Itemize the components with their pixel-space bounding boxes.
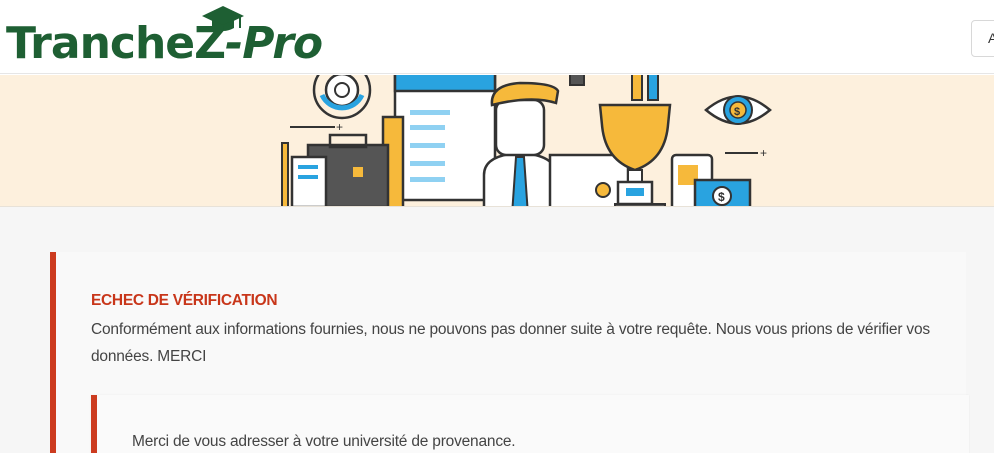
svg-text:+: +	[336, 120, 343, 134]
main-content: ECHEC DE VÉRIFICATION Conformément aux i…	[0, 207, 994, 453]
quote-text: Merci de vous adresser à votre universit…	[132, 433, 516, 450]
logo-suffix: -Pro	[225, 18, 323, 69]
alert-title: ECHEC DE VÉRIFICATION	[91, 292, 278, 309]
businessman-icon	[482, 81, 560, 206]
logo-main: TrancheZ	[6, 18, 226, 69]
alert-message: Conformément aux informations fournies, …	[91, 321, 930, 365]
logo-text: TrancheZ-Pro	[6, 18, 323, 69]
svg-text:$: $	[718, 190, 725, 204]
browser-window-icon	[393, 75, 497, 202]
gear-icon	[312, 75, 372, 120]
eye-dollar-icon: $	[704, 95, 772, 125]
header-menu-button[interactable]: A	[971, 20, 994, 57]
dollar-bill-icon: $	[693, 178, 752, 206]
office-career-illustration: + $ $ +	[281, 75, 772, 206]
hero-banner: + $ $ +	[0, 75, 994, 207]
svg-text:$: $	[734, 106, 740, 118]
site-header: TrancheZ-Pro A	[0, 0, 994, 74]
verification-error-alert: ECHEC DE VÉRIFICATION Conformément aux i…	[50, 252, 969, 453]
site-logo[interactable]: TrancheZ-Pro	[6, 4, 323, 70]
svg-text:+: +	[760, 146, 767, 160]
alert-quote: Merci de vous adresser à votre universit…	[91, 395, 969, 453]
